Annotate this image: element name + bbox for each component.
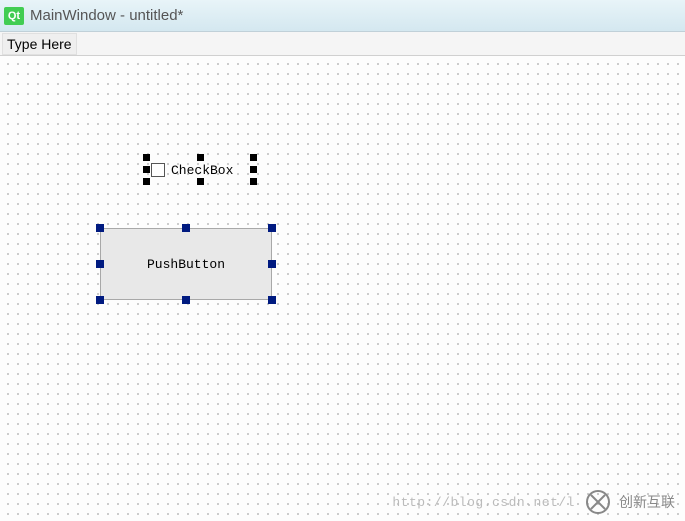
pushbutton-widget[interactable]: PushButton [100, 228, 272, 300]
resize-handle-e[interactable] [250, 166, 257, 173]
menu-type-here[interactable]: Type Here [2, 33, 77, 55]
watermark-brand: 创新互联 [619, 492, 675, 512]
menu-bar[interactable]: Type Here [0, 32, 685, 56]
resize-handle-sw[interactable] [96, 296, 104, 304]
resize-handle-s[interactable] [182, 296, 190, 304]
qt-icon: Qt [4, 7, 24, 25]
resize-handle-e[interactable] [268, 260, 276, 268]
title-bar: Qt MainWindow - untitled* [0, 0, 685, 32]
checkbox-input-icon[interactable] [151, 163, 165, 177]
pushbutton-label: PushButton [147, 257, 225, 272]
resize-handle-w[interactable] [143, 166, 150, 173]
form-canvas[interactable]: CheckBox PushButton http://blog.csdn.net… [0, 56, 685, 521]
resize-handle-w[interactable] [96, 260, 104, 268]
watermark-logo: 创新互联 [585, 489, 675, 515]
checkbox-label: CheckBox [171, 163, 233, 178]
resize-handle-s[interactable] [197, 178, 204, 185]
resize-handle-ne[interactable] [268, 224, 276, 232]
resize-handle-nw[interactable] [96, 224, 104, 232]
resize-handle-sw[interactable] [143, 178, 150, 185]
resize-handle-se[interactable] [268, 296, 276, 304]
logo-icon [585, 489, 615, 515]
watermark: http://blog.csdn.net/l 创新互联 [392, 489, 675, 515]
resize-handle-n[interactable] [182, 224, 190, 232]
resize-handle-ne[interactable] [250, 154, 257, 161]
resize-handle-nw[interactable] [143, 154, 150, 161]
window-title: MainWindow - untitled* [30, 7, 183, 24]
resize-handle-se[interactable] [250, 178, 257, 185]
resize-handle-n[interactable] [197, 154, 204, 161]
watermark-url: http://blog.csdn.net/l [392, 495, 575, 510]
